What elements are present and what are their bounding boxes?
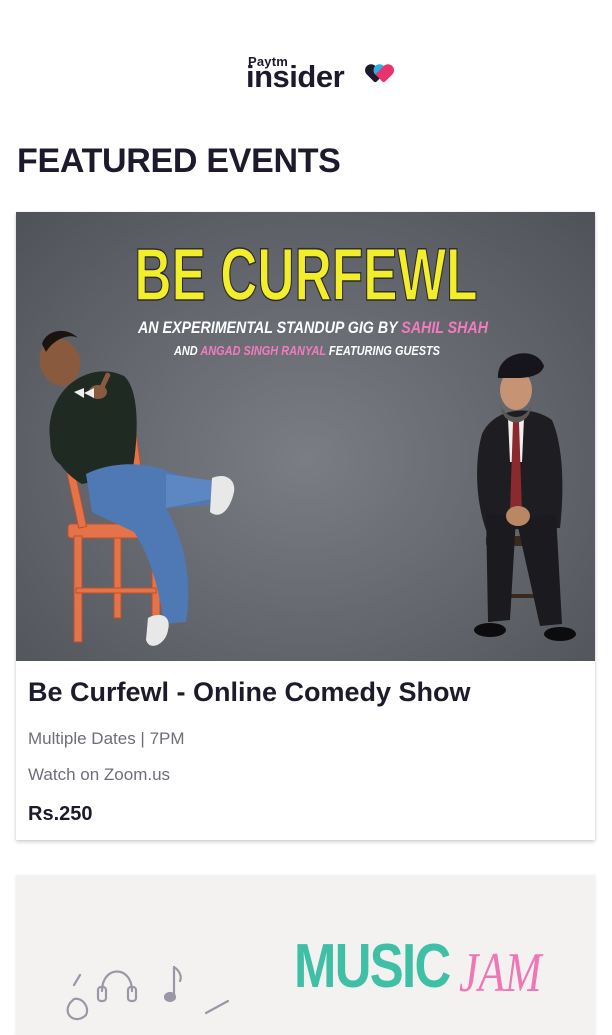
svg-text:AN EXPERIMENTAL STANDUP GIG BY: AN EXPERIMENTAL STANDUP GIG BY SAHIL SHA… [137,318,488,337]
event-venue: Watch on Zoom.us [28,765,171,784]
event-card-music-jam[interactable]: MUSIC JAM [16,875,595,1035]
logo-brand-main: insider [246,59,345,94]
banner-line1-highlight: SAHIL SHAH [401,318,488,337]
event-card[interactable]: BE CURFEWL AN EXPERIMENTAL STANDUP GIG B… [16,212,595,840]
svg-text:AND ANGAD SINGH RANYAL FEATURI: AND ANGAD SINGH RANYAL FEATURING GUESTS [173,343,440,358]
event-price: Rs.250 [28,803,93,825]
event-dates: Multiple Dates | 7PM [28,729,185,748]
banner-line1-prefix: AN EXPERIMENTAL STANDUP GIG BY [137,318,401,337]
right-comedian-illustration [474,353,576,641]
event-banner-image[interactable]: BE CURFEWL AN EXPERIMENTAL STANDUP GIG B… [16,212,595,661]
insider-hearts-logo-icon [365,64,395,83]
paytm-insider-logo[interactable]: Paytm insider [246,54,396,98]
banner-line2-suffix: FEATURING GUESTS [326,343,440,358]
event-title[interactable]: Be Curfewl - Online Comedy Show [28,677,471,708]
left-comedian-illustration [39,330,235,646]
section-title: FEATURED EVENTS [17,142,341,180]
music-jam-word-music: MUSIC [294,932,451,1001]
app-header: Paytm insider [0,0,612,120]
event-banner-art: BE CURFEWL AN EXPERIMENTAL STANDUP GIG B… [39,234,576,646]
banner-line2-highlight: ANGAD SINGH RANYAL [200,343,327,358]
banner-line2-prefix: AND [173,343,200,358]
banner-headline: BE CURFEWL [134,234,477,317]
music-jam-word-jam: JAM [459,942,542,1004]
